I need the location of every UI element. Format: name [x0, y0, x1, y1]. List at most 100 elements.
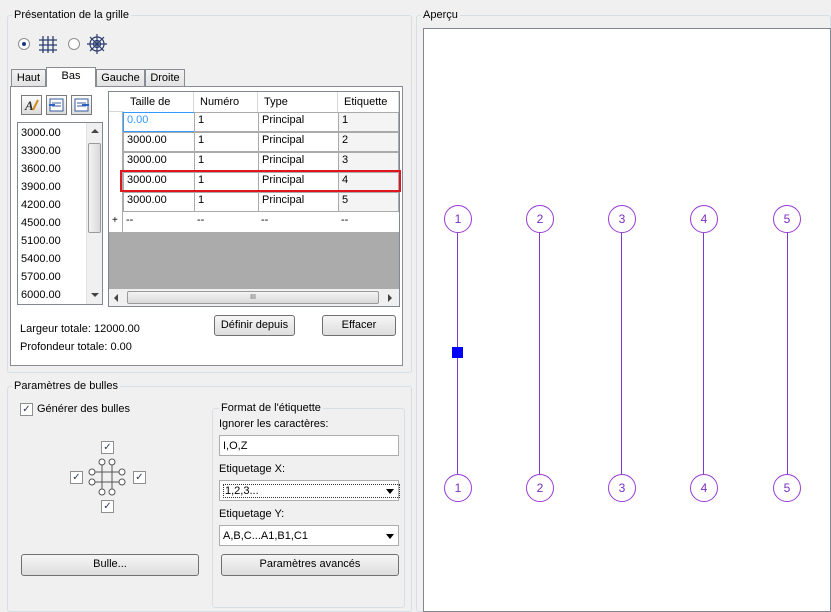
scroll-thumb[interactable]: III	[127, 291, 379, 304]
grid-rect-radio[interactable]	[18, 38, 30, 50]
header-etiquette[interactable]: Etiquette	[338, 92, 399, 112]
bottom-bubble: 2	[526, 474, 554, 502]
bottom-bubble: 5	[773, 474, 801, 502]
table-cell[interactable]: --	[261, 214, 268, 226]
define-from-button[interactable]: Définir depuis	[214, 315, 295, 336]
bubble-settings-title: Paramètres de bulles	[12, 380, 120, 392]
ignore-chars-label: Ignorer les caractères:	[219, 418, 329, 430]
tab-droite[interactable]: Droite	[145, 69, 185, 87]
list-scrollbar[interactable]	[86, 123, 102, 304]
tab-bas[interactable]: Bas	[46, 67, 96, 87]
new-row-marker: +	[112, 215, 118, 226]
rectangular-grid-icon	[39, 36, 57, 53]
generate-bubbles-label: Générer des bulles	[37, 403, 130, 415]
chevron-down-icon[interactable]	[386, 489, 394, 494]
table-cell[interactable]: 3	[338, 152, 399, 172]
svg-text:A: A	[24, 98, 34, 113]
advanced-settings-button[interactable]: Paramètres avancés	[221, 554, 399, 576]
list-item[interactable]: 5700.00	[21, 268, 61, 286]
list-item[interactable]: 5100.00	[21, 232, 61, 250]
list-item[interactable]: 3000.00	[21, 124, 61, 142]
bottom-bubble: 4	[690, 474, 718, 502]
scroll-thumb[interactable]	[88, 143, 101, 233]
bubble-button[interactable]: Bulle...	[21, 554, 199, 576]
total-depth: Profondeur totale: 0.00	[20, 341, 132, 353]
table-cell[interactable]: 1	[338, 112, 399, 132]
bubble-top-checkbox[interactable]: ✓	[101, 441, 114, 454]
labeling-x-select[interactable]: 1,2,3...	[219, 480, 400, 501]
clear-button[interactable]: Effacer	[322, 315, 396, 336]
table-cell[interactable]: 1	[194, 112, 259, 132]
top-bubble: 2	[526, 205, 554, 233]
bubble-bottom-checkbox[interactable]: ✓	[101, 500, 114, 513]
grid-line	[787, 233, 788, 475]
table-cell[interactable]: Principal	[258, 132, 339, 152]
table-cell[interactable]: 2	[338, 132, 399, 152]
bottom-bubble: 1	[444, 474, 472, 502]
bubble-left-checkbox[interactable]: ✓	[70, 471, 83, 484]
preview-canvas	[423, 28, 831, 612]
top-bubble: 1	[444, 205, 472, 233]
list-item[interactable]: 4200.00	[21, 196, 61, 214]
spacing-list[interactable]: 3000.00 3300.00 3600.00 3900.00 4200.00 …	[17, 122, 103, 305]
tab-haut[interactable]: Haut	[11, 69, 46, 87]
list-item[interactable]: 3300.00	[21, 142, 61, 160]
grid-line	[703, 233, 704, 475]
table-hscrollbar[interactable]: III	[109, 289, 399, 306]
top-bubble: 5	[773, 205, 801, 233]
preview-title: Aperçu	[421, 9, 460, 21]
table-cell[interactable]: --	[341, 214, 348, 226]
table-cell[interactable]: 5	[338, 192, 399, 212]
grid-presentation-title: Présentation de la grille	[12, 9, 131, 21]
list-item[interactable]: 3600.00	[21, 160, 61, 178]
table-cell[interactable]: --	[197, 214, 204, 226]
bottom-bubble: 3	[608, 474, 636, 502]
scroll-left-icon[interactable]	[114, 294, 118, 302]
labeling-x-label: Etiquetage X:	[219, 463, 286, 475]
total-width: Largeur totale: 12000.00	[20, 323, 140, 335]
table-cell[interactable]: 1	[194, 152, 259, 172]
grid-radial-radio[interactable]	[68, 38, 80, 50]
bubble-layout-icon	[88, 458, 126, 496]
grid-line	[621, 233, 622, 475]
scroll-up-icon[interactable]	[91, 129, 99, 133]
table-cell[interactable]: 3000.00	[123, 132, 195, 152]
radial-grid-icon	[87, 34, 107, 54]
export-icon[interactable]	[71, 95, 92, 115]
import-icon[interactable]	[46, 95, 67, 115]
header-numero[interactable]: Numéro	[194, 92, 258, 112]
top-bubble: 3	[608, 205, 636, 233]
labeling-y-value: A,B,C...A1,B1,C1	[223, 530, 308, 542]
list-item[interactable]: 4500.00	[21, 214, 61, 232]
header-taille[interactable]: Taille de	[124, 92, 194, 112]
list-item[interactable]: 3900.00	[21, 178, 61, 196]
labeling-y-select[interactable]: A,B,C...A1,B1,C1	[219, 525, 399, 546]
labeling-y-label: Etiquetage Y:	[219, 508, 285, 520]
labeling-x-value: 1,2,3...	[223, 484, 400, 498]
table-cell[interactable]: 1	[194, 132, 259, 152]
grid-line	[539, 233, 540, 475]
ignore-chars-input[interactable]: I,O,Z	[219, 435, 399, 456]
scroll-down-icon[interactable]	[91, 293, 99, 297]
chevron-down-icon[interactable]	[386, 534, 394, 539]
list-item[interactable]: 6000.00	[21, 286, 61, 304]
table-cell[interactable]: 3000.00	[123, 152, 195, 172]
table-cell[interactable]: --	[126, 214, 133, 226]
header-type[interactable]: Type	[258, 92, 338, 112]
list-item[interactable]: 5400.00	[21, 250, 61, 268]
table-cell[interactable]: 0.00	[123, 112, 195, 132]
table-cell[interactable]: Principal	[258, 112, 339, 132]
table-cell[interactable]: Principal	[258, 152, 339, 172]
selected-grip[interactable]	[452, 347, 463, 358]
table-cell[interactable]: 1	[194, 192, 259, 212]
tab-gauche[interactable]: Gauche	[96, 69, 145, 87]
text-style-icon[interactable]: A	[21, 95, 42, 115]
table-cell[interactable]: Principal	[258, 192, 339, 212]
bubble-right-checkbox[interactable]: ✓	[133, 471, 146, 484]
row-highlight	[120, 170, 401, 192]
scroll-right-icon[interactable]	[388, 294, 392, 302]
table-cell[interactable]: 3000.00	[123, 192, 195, 212]
generate-bubbles-checkbox[interactable]: ✓	[20, 403, 33, 416]
label-format-title: Format de l'étiquette	[219, 402, 323, 414]
top-bubble: 4	[690, 205, 718, 233]
